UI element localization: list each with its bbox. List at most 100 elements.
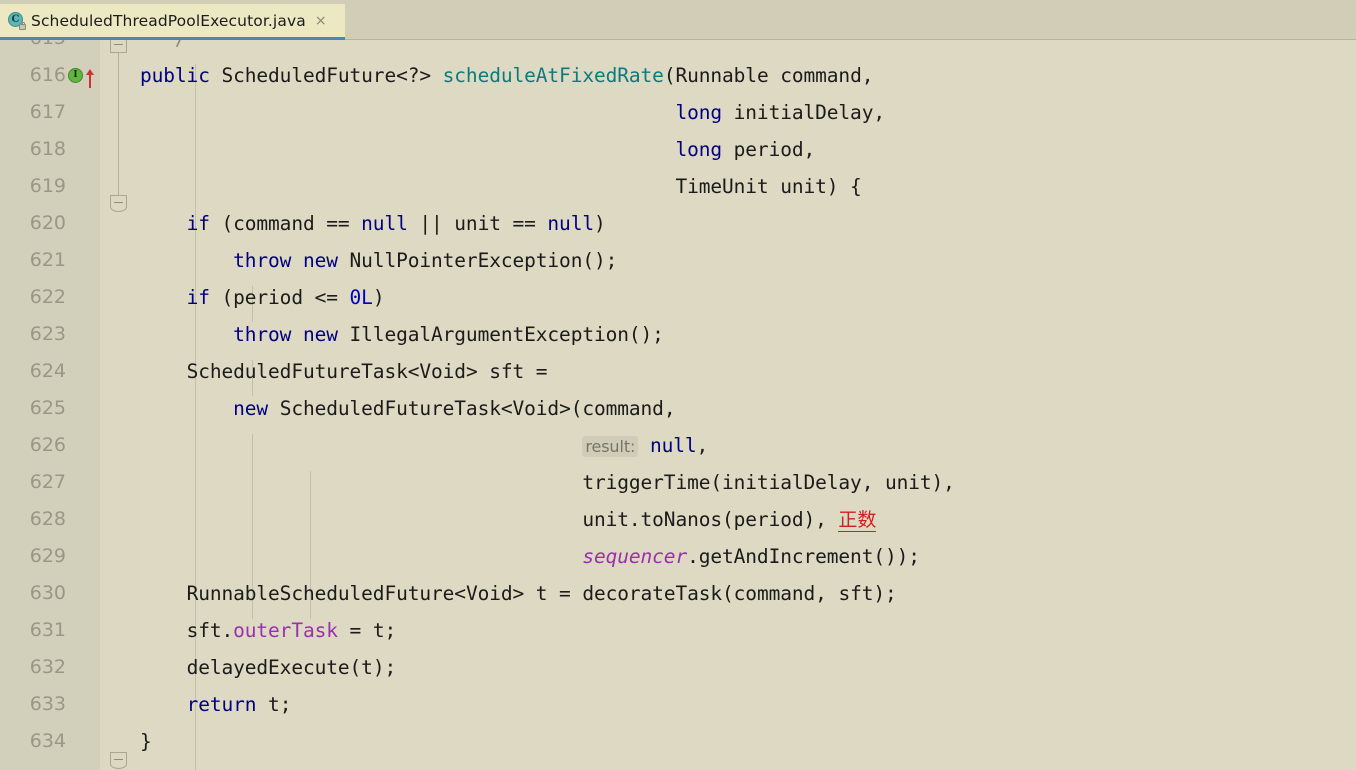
code-token: command xyxy=(582,397,663,420)
line-number[interactable]: 627 xyxy=(0,464,66,501)
line-number[interactable]: 630 xyxy=(0,575,66,612)
gutter-markers xyxy=(68,723,98,760)
code-token: NullPointerException xyxy=(350,249,583,272)
line-number[interactable]: 615 xyxy=(0,40,66,57)
override-up-arrow-icon[interactable] xyxy=(85,65,95,86)
code-line[interactable]: 617 long initialDelay, xyxy=(0,94,1356,131)
code-text[interactable]: if (period <= 0L) xyxy=(140,279,384,316)
gutter-markers xyxy=(68,131,98,168)
code-text[interactable]: return t; xyxy=(140,686,291,723)
code-token: triggerTime xyxy=(582,471,710,494)
line-number[interactable]: 616 xyxy=(0,57,66,94)
line-number[interactable]: 621 xyxy=(0,242,66,279)
line-number[interactable]: 634 xyxy=(0,723,66,760)
line-number[interactable]: 624 xyxy=(0,353,66,390)
code-text[interactable]: triggerTime(initialDelay, unit), xyxy=(140,464,955,501)
code-line[interactable]: 619 TimeUnit unit) { xyxy=(0,168,1356,205)
line-number[interactable]: 622 xyxy=(0,279,66,316)
line-number[interactable]: 631 xyxy=(0,612,66,649)
code-token: decorateTask xyxy=(582,582,722,605)
code-text[interactable]: delayedExecute(t); xyxy=(140,649,396,686)
gutter-markers xyxy=(68,242,98,279)
code-text[interactable]: long period, xyxy=(140,131,815,168)
code-text[interactable]: sft.outerTask = t; xyxy=(140,612,396,649)
code-line[interactable]: 626 result: null, xyxy=(0,427,1356,464)
code-line[interactable]: 616Ipublic ScheduledFuture<?> scheduleAt… xyxy=(0,57,1356,94)
code-text[interactable]: unit.toNanos(period), 正数 xyxy=(140,501,876,539)
code-token: command xyxy=(780,64,861,87)
line-number[interactable]: 629 xyxy=(0,538,66,575)
code-token-keyword: throw xyxy=(233,249,291,272)
code-line[interactable]: 620 if (command == null || unit == null) xyxy=(0,205,1356,242)
implementing-method-icon[interactable]: I xyxy=(68,68,83,83)
line-number[interactable]: 633 xyxy=(0,686,66,723)
code-line[interactable]: 618 long period, xyxy=(0,131,1356,168)
code-token-comment: */ xyxy=(163,40,186,50)
close-icon[interactable]: × xyxy=(315,14,327,28)
code-line[interactable]: 625 new ScheduledFutureTask<Void>(comman… xyxy=(0,390,1356,427)
code-text[interactable]: ScheduledFutureTask<Void> sft = xyxy=(140,353,547,390)
code-text[interactable]: sequencer.getAndIncrement()); xyxy=(140,538,920,575)
ide-editor-window: C ScheduledThreadPoolExecutor.java × 615… xyxy=(0,0,1356,770)
line-number[interactable]: 632 xyxy=(0,649,66,686)
code-token: IllegalArgumentException xyxy=(350,323,629,346)
code-editor[interactable]: 615 */616Ipublic ScheduledFuture<?> sche… xyxy=(0,40,1356,770)
line-number[interactable]: 626 xyxy=(0,427,66,464)
gutter-markers xyxy=(68,279,98,316)
code-text[interactable]: long initialDelay, xyxy=(140,94,885,131)
gutter-markers xyxy=(68,464,98,501)
code-token: Void xyxy=(466,582,513,605)
code-token: sft xyxy=(187,619,222,642)
code-text[interactable]: new ScheduledFutureTask<Void>(command, xyxy=(140,390,675,427)
code-text[interactable]: throw new NullPointerException(); xyxy=(140,242,617,279)
code-line[interactable]: 629 sequencer.getAndIncrement()); xyxy=(0,538,1356,575)
gutter-markers xyxy=(68,501,98,538)
line-number[interactable]: 620 xyxy=(0,205,66,242)
code-token: Void xyxy=(513,397,560,420)
code-token: t xyxy=(268,693,280,716)
code-token: ScheduledFuture xyxy=(221,64,396,87)
gutter-markers xyxy=(68,612,98,649)
gutter-markers xyxy=(68,94,98,131)
code-token: TimeUnit xyxy=(675,175,768,198)
code-line[interactable]: 633 return t; xyxy=(0,686,1356,723)
code-text[interactable]: if (command == null || unit == null) xyxy=(140,205,606,242)
code-token: t xyxy=(373,619,385,642)
code-text[interactable]: result: null, xyxy=(140,427,708,465)
code-text[interactable]: } xyxy=(140,723,152,760)
code-token: unit xyxy=(780,175,827,198)
editor-tab-scheduledthreadpoolexecutor[interactable]: C ScheduledThreadPoolExecutor.java × xyxy=(0,4,345,40)
code-token: period xyxy=(734,508,804,531)
line-number[interactable]: 625 xyxy=(0,390,66,427)
gutter-markers xyxy=(68,427,98,464)
line-number[interactable]: 617 xyxy=(0,94,66,131)
code-text[interactable]: public ScheduledFuture<?> scheduleAtFixe… xyxy=(140,57,873,94)
code-line[interactable]: 623 throw new IllegalArgumentException()… xyxy=(0,316,1356,353)
line-number[interactable]: 623 xyxy=(0,316,66,353)
code-text[interactable]: RunnableScheduledFuture<Void> t = decora… xyxy=(140,575,897,612)
code-token: initialDelay xyxy=(734,101,874,124)
code-text[interactable]: throw new IllegalArgumentException(); xyxy=(140,316,664,353)
code-line[interactable]: 630 RunnableScheduledFuture<Void> t = de… xyxy=(0,575,1356,612)
code-text[interactable]: TimeUnit unit) { xyxy=(140,168,862,205)
code-token-keyword: new xyxy=(303,249,338,272)
code-line[interactable]: 628 unit.toNanos(period), 正数 xyxy=(0,501,1356,538)
code-line[interactable]: 622 if (period <= 0L) xyxy=(0,279,1356,316)
line-number[interactable]: 618 xyxy=(0,131,66,168)
code-line[interactable]: 624 ScheduledFutureTask<Void> sft = xyxy=(0,353,1356,390)
line-number[interactable]: 628 xyxy=(0,501,66,538)
java-class-readonly-icon: C xyxy=(8,12,25,29)
code-line[interactable]: 621 throw new NullPointerException(); xyxy=(0,242,1356,279)
code-token: period xyxy=(233,286,303,309)
code-line[interactable]: 632 delayedExecute(t); xyxy=(0,649,1356,686)
code-line[interactable]: 631 sft.outerTask = t; xyxy=(0,612,1356,649)
code-token-number: 0L xyxy=(350,286,373,309)
gutter-markers xyxy=(68,168,98,205)
code-text[interactable]: */ xyxy=(140,40,187,57)
code-line[interactable]: 615 */ xyxy=(0,40,1356,57)
code-line[interactable]: 627 triggerTime(initialDelay, unit), xyxy=(0,464,1356,501)
line-number[interactable]: 619 xyxy=(0,168,66,205)
code-line[interactable]: 634} xyxy=(0,723,1356,760)
code-token: Void xyxy=(419,360,466,383)
code-token-keyword: long xyxy=(675,138,722,161)
